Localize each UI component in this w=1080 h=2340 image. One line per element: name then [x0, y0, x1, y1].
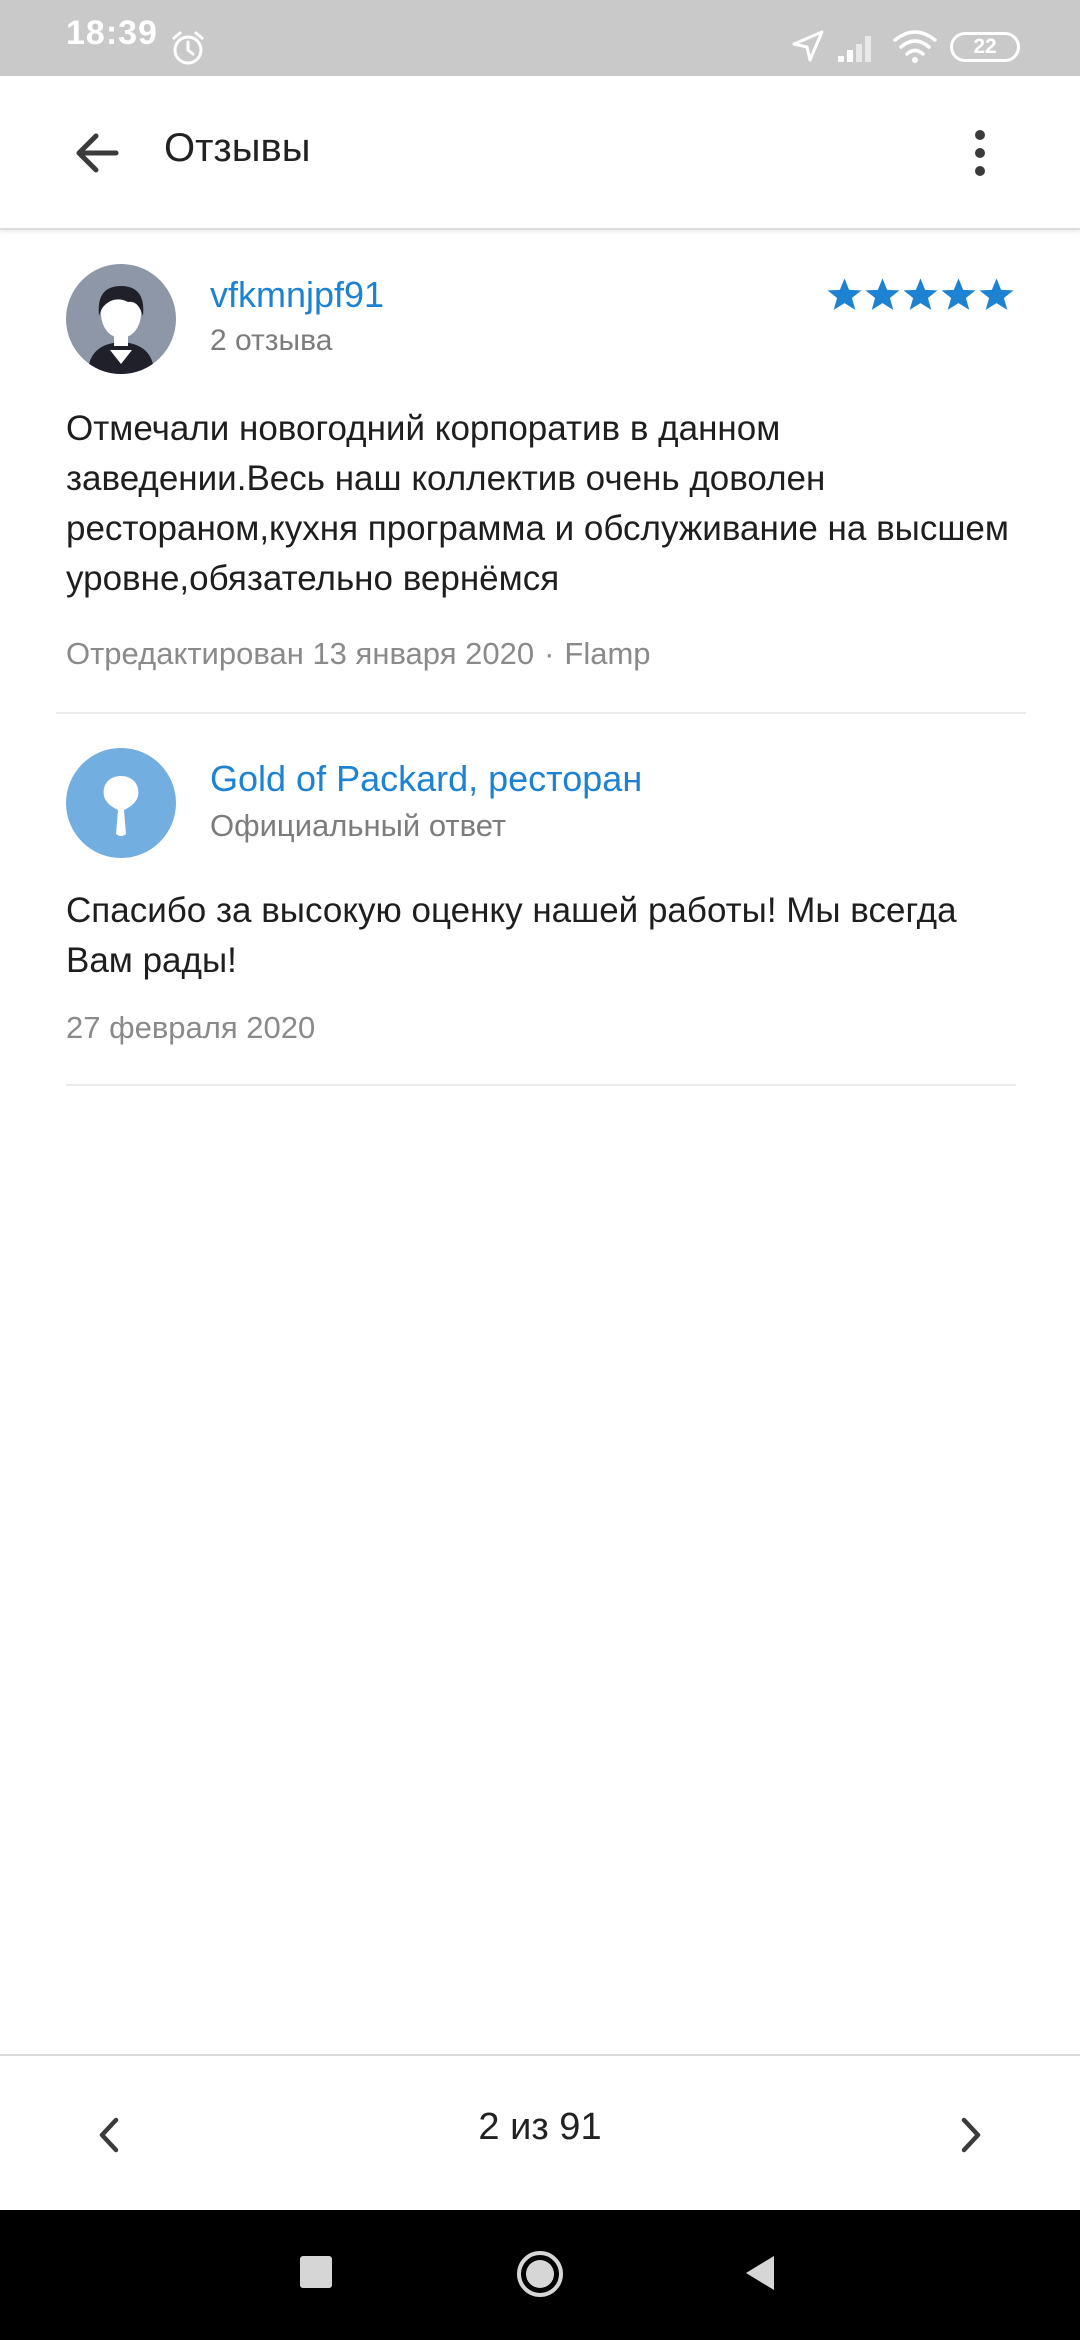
star-icon — [827, 278, 862, 310]
battery-level: 22 — [973, 35, 997, 58]
battery-icon: 22 — [950, 32, 1020, 62]
pager: 2 из 91 — [0, 2054, 1080, 2210]
review-author-count: 2 отзыва — [210, 324, 333, 357]
star-icon — [903, 278, 938, 310]
review-source: Flamp — [564, 636, 651, 671]
status-bar: 18:39 22 — [0, 0, 1080, 76]
location-icon — [792, 30, 824, 62]
review-edited: Отредактирован 13 января 2020 — [66, 636, 535, 671]
chevron-right-icon[interactable] — [952, 2112, 988, 2158]
org-avatar[interactable] — [66, 748, 176, 858]
home-icon[interactable] — [514, 2248, 566, 2300]
app-bar: Отзывы — [0, 76, 1080, 230]
more-vertical-icon[interactable] — [962, 124, 998, 182]
star-icon — [979, 278, 1014, 310]
reply-org-name[interactable]: Gold of Packard, ресторан — [210, 758, 642, 800]
reply-label: Официальный ответ — [210, 808, 507, 843]
pin-icon — [103, 776, 139, 836]
review-text: Отмечали новогодний корпоратив в данном … — [66, 409, 1009, 598]
status-time: 18:39 — [66, 14, 158, 52]
rating-stars — [826, 276, 1016, 316]
pager-label: 2 из 91 — [478, 2106, 602, 2148]
alarm-icon — [172, 31, 204, 65]
wifi-icon — [893, 30, 937, 63]
reply-text: Спасибо за высокую оценку нашей работы! … — [66, 891, 957, 980]
review-meta: Отредактирован 13 января 2020 · Flamp — [66, 636, 651, 672]
divider — [56, 712, 1026, 714]
user-avatar[interactable] — [66, 264, 176, 374]
divider — [66, 1084, 1016, 1086]
nav-back-icon[interactable] — [740, 2252, 780, 2294]
star-icon — [941, 278, 976, 310]
meta-separator: · — [544, 636, 555, 671]
system-nav-bar — [0, 2210, 1080, 2340]
star-icon — [865, 278, 900, 310]
recents-icon[interactable] — [300, 2256, 332, 2288]
signal-icon — [838, 36, 871, 62]
reply-date: 27 февраля 2020 — [66, 1010, 316, 1045]
person-icon — [88, 286, 154, 374]
arrow-left-icon[interactable] — [66, 124, 130, 182]
review-author[interactable]: vfkmnjpf91 — [210, 274, 384, 316]
page-title: Отзывы — [164, 126, 311, 170]
